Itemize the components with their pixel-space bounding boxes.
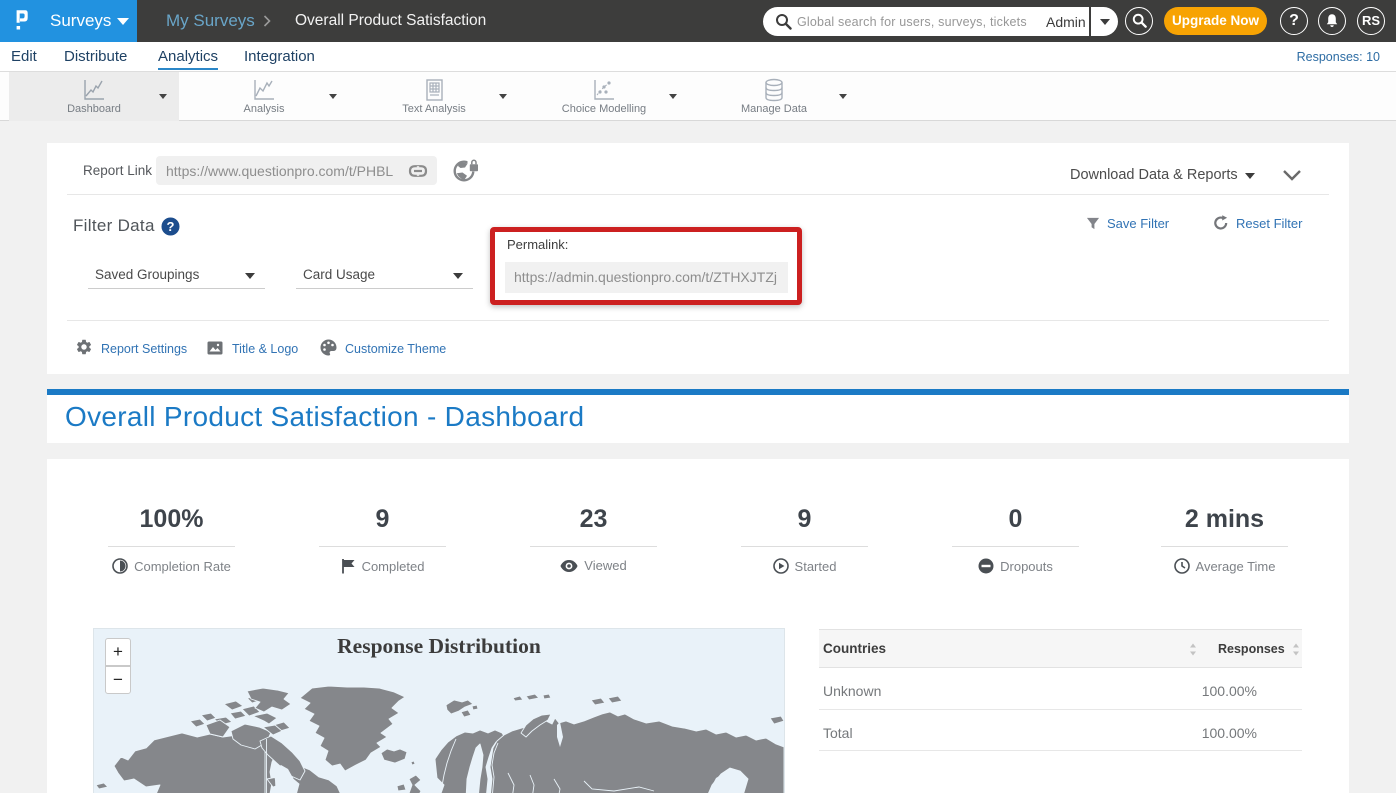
svg-text:?: ? <box>167 219 175 234</box>
